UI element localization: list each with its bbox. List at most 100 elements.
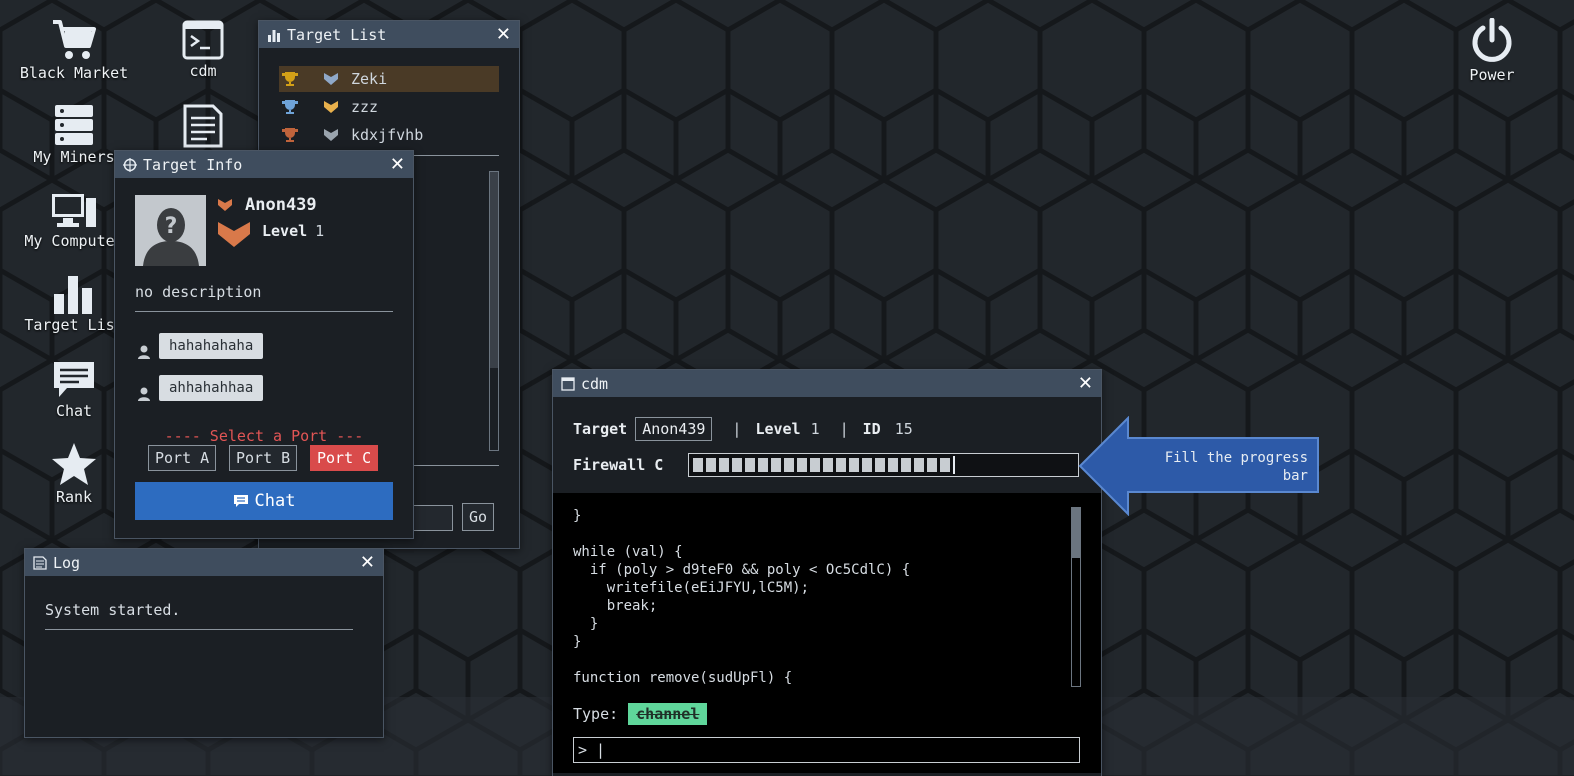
close-icon[interactable]: ✕ — [390, 155, 405, 174]
separator: | — [732, 420, 742, 438]
target-name: kdxjfvhb — [351, 126, 424, 144]
level-label: Level — [262, 222, 308, 240]
target-info-titlebar[interactable]: Target Info ✕ — [115, 151, 413, 178]
target-list-titlebar[interactable]: Target List ✕ — [259, 21, 519, 48]
firewall-label: Firewall C — [573, 456, 664, 474]
computer-icon — [52, 194, 96, 227]
port-a-button[interactable]: Port A — [148, 445, 217, 471]
notepad-icon — [183, 104, 223, 148]
notepad-icon — [33, 555, 47, 570]
desktop-icon-label: Black Market — [19, 64, 129, 82]
bar-chart-icon — [54, 276, 92, 314]
type-row: Type: channel — [573, 703, 708, 725]
cdm-titlebar[interactable]: cdm ✕ — [553, 370, 1101, 397]
progress-segment — [875, 458, 885, 472]
terminal-icon — [561, 376, 575, 391]
target-name: Anon439 — [245, 195, 317, 215]
bar-chart-icon — [268, 29, 280, 42]
port-c-button[interactable]: Port C — [310, 445, 379, 471]
target-level: Level 1 — [262, 222, 324, 240]
progress-cursor — [953, 456, 955, 474]
id-value: 15 — [894, 420, 913, 438]
terminal-scrollbar[interactable] — [1071, 507, 1081, 687]
svg-text:?: ? — [165, 214, 178, 239]
desktop-icon-power[interactable]: Power — [1427, 18, 1557, 84]
chat-message: hahahahaha — [159, 333, 264, 359]
progress-segment — [888, 458, 898, 472]
target-row[interactable]: Zeki — [279, 66, 499, 92]
rank-badge-icon — [218, 199, 232, 211]
rank-badge-icon — [324, 129, 338, 141]
desktop-icon-notepad[interactable] — [138, 104, 268, 150]
go-button[interactable]: Go — [462, 503, 495, 531]
cdm-window: cdm ✕ Target Anon439 | Level 1 | ID 15 F… — [552, 369, 1102, 776]
level-label: Level — [755, 420, 801, 438]
level-value: 1 — [810, 420, 820, 438]
target-row[interactable]: zzz — [279, 94, 499, 120]
chat-icon — [233, 495, 248, 507]
command-input[interactable]: > | — [573, 737, 1080, 763]
progress-segment — [719, 458, 729, 472]
type-badge: channel — [628, 703, 708, 725]
target-label: Target — [573, 420, 628, 438]
close-icon[interactable]: ✕ — [1078, 374, 1093, 393]
window-title: cdm — [581, 374, 609, 393]
crosshair-icon — [123, 157, 137, 172]
rank-badge-icon — [324, 73, 338, 85]
cdm-target-header: Target Anon439 | Level 1 | ID 15 — [573, 417, 913, 441]
log-titlebar[interactable]: Log ✕ — [25, 549, 383, 576]
progress-segment — [745, 458, 755, 472]
close-icon[interactable]: ✕ — [496, 25, 511, 44]
power-icon — [1472, 18, 1512, 62]
user-icon — [138, 387, 150, 401]
progress-segment — [940, 458, 950, 472]
target-name: Zeki — [351, 70, 388, 88]
target-description: no description — [135, 283, 393, 312]
trophy-icon — [282, 128, 298, 142]
progress-segment — [914, 458, 924, 472]
close-icon[interactable]: ✕ — [360, 553, 375, 572]
rank-badge-icon — [324, 101, 338, 113]
chat-message: ahhahahhaa — [159, 375, 264, 401]
scrollbar[interactable] — [489, 171, 499, 451]
progress-segment — [849, 458, 859, 472]
target-info-window: Target Info ✕ ? Anon439 Level 1 no descri… — [114, 150, 414, 539]
desktop-icon-black-market[interactable]: Black Market — [9, 18, 139, 82]
chat-icon — [54, 362, 94, 397]
code-text: } while (val) { if (poly > d9teF0 && pol… — [573, 508, 911, 686]
progress-segment — [758, 458, 768, 472]
window-title: Target Info — [143, 155, 243, 174]
progress-segment — [810, 458, 820, 472]
progress-segment — [836, 458, 846, 472]
cart-icon — [53, 20, 96, 59]
target-name: zzz — [351, 98, 379, 116]
target-value: Anon439 — [635, 417, 713, 441]
scrollbar-thumb[interactable] — [490, 172, 498, 368]
id-label: ID — [862, 420, 881, 438]
progress-segment — [901, 458, 911, 472]
progress-segment — [862, 458, 872, 472]
firewall-progress-bar[interactable] — [688, 453, 1079, 477]
select-port-label: ---- Select a Port --- — [164, 427, 364, 445]
chat-button-label: Chat — [254, 491, 296, 511]
progress-segment — [823, 458, 833, 472]
chat-button[interactable]: Chat — [135, 482, 393, 520]
progress-segment — [771, 458, 781, 472]
log-window: Log ✕ System started. — [24, 548, 384, 738]
trophy-icon — [282, 72, 298, 86]
window-title: Target List — [287, 25, 387, 44]
anonymous-user-icon: ? — [135, 195, 206, 266]
level-value: 1 — [315, 222, 325, 240]
progress-segment — [732, 458, 742, 472]
server-icon — [55, 105, 93, 145]
star-icon — [52, 443, 96, 485]
level-badge-icon — [218, 222, 250, 247]
progress-segment — [784, 458, 794, 472]
separator: | — [839, 420, 849, 438]
port-b-button[interactable]: Port B — [229, 445, 298, 471]
desktop-icon-cdm[interactable]: cdm — [138, 20, 268, 80]
target-row[interactable]: kdxjfvhb — [279, 122, 499, 148]
progress-segment — [797, 458, 807, 472]
progress-segment — [927, 458, 937, 472]
terminal-output: } while (val) { if (poly > d9teF0 && pol… — [553, 493, 1101, 773]
